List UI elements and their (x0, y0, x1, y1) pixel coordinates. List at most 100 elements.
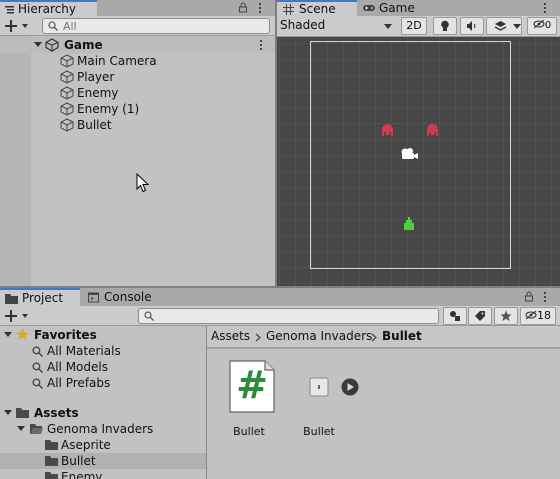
gameobject-icon (60, 118, 74, 132)
eye-slash-icon (525, 310, 537, 320)
favorites-label: Favorites (34, 328, 97, 342)
favorite-item[interactable]: All Prefabs (30, 375, 200, 391)
plus-icon (5, 20, 17, 32)
enemy-sprite[interactable] (381, 123, 394, 137)
scene-view[interactable] (277, 37, 560, 286)
search-icon (144, 311, 154, 321)
lock-icon[interactable] (524, 291, 534, 302)
search-input[interactable] (159, 309, 434, 323)
hierarchy-item[interactable]: Bullet (60, 117, 260, 133)
tab-hierarchy[interactable]: Hierarchy (0, 0, 97, 16)
console-icon (88, 292, 99, 303)
player-sprite[interactable] (403, 216, 415, 231)
folder-row-selected[interactable]: Bullet (0, 453, 206, 469)
scene-menu-icon[interactable] (259, 39, 263, 51)
favorites-filter-button[interactable] (494, 307, 518, 325)
foldout-icon[interactable] (17, 426, 25, 431)
grid-icon (283, 4, 294, 15)
tab-label: Game (379, 1, 415, 15)
folder-label: Aseprite (61, 438, 111, 452)
hierarchy-item[interactable]: Player (60, 69, 260, 85)
camera-gizmo[interactable] (400, 147, 420, 161)
folder-row[interactable]: Genoma Invaders (0, 421, 206, 437)
gameobject-icon (60, 54, 74, 68)
foldout-icon[interactable] (4, 410, 12, 415)
folder-row[interactable]: Aseprite (0, 437, 206, 453)
item-label: Bullet (77, 118, 112, 132)
star-icon (16, 328, 29, 340)
asset-label: Bullet (303, 425, 335, 438)
hierarchy-gutter (0, 36, 31, 286)
hidden-objects-toggle[interactable]: 0 (527, 17, 557, 35)
gameobject-icon (60, 70, 74, 84)
hierarchy-search[interactable] (42, 18, 270, 34)
assets-row[interactable]: Assets (0, 405, 206, 421)
breadcrumb-current: Bullet (382, 329, 422, 343)
hierarchy-item[interactable]: Enemy (60, 85, 260, 101)
item-label: Main Camera (77, 54, 157, 68)
folder-icon (16, 408, 29, 418)
hidden-count: 0 (544, 20, 552, 31)
effects-toggle[interactable] (486, 17, 522, 35)
tab-label: Hierarchy (18, 2, 77, 16)
tab-project[interactable]: Project (0, 288, 80, 306)
scene-tabbar: Scene Game (277, 0, 560, 16)
tag-icon (475, 311, 485, 321)
audio-toggle[interactable] (460, 17, 484, 35)
breadcrumb-item[interactable]: Genoma Invaders (266, 329, 372, 343)
item-label: Enemy (77, 86, 119, 100)
search-icon (32, 346, 43, 357)
search-icon (32, 362, 43, 373)
search-by-type-button[interactable] (443, 307, 467, 325)
shapes-icon (450, 311, 460, 321)
chevron-down-icon (384, 24, 392, 29)
search-by-label-button[interactable] (468, 307, 492, 325)
chevron-right-icon (255, 333, 261, 342)
panel-menu-icon[interactable] (258, 2, 262, 14)
asset-item-prefab[interactable]: Bullet (289, 357, 359, 438)
asset-item-script[interactable]: # Bullet (219, 357, 279, 438)
plus-icon (5, 310, 17, 322)
tab-console[interactable]: Console (82, 288, 162, 306)
chevron-right-icon (371, 333, 377, 342)
hierarchy-tabbar: Hierarchy (0, 0, 275, 16)
layers-icon (494, 21, 506, 31)
favorite-item[interactable]: All Materials (30, 343, 200, 359)
add-button[interactable] (3, 17, 33, 35)
enemy-sprite[interactable] (426, 123, 439, 137)
folder-row[interactable]: Enemy (0, 469, 206, 479)
favorite-item[interactable]: All Models (30, 359, 200, 375)
chevron-down-icon (22, 314, 28, 318)
tab-scene[interactable]: Scene (277, 0, 357, 16)
lighting-toggle[interactable] (433, 17, 457, 35)
tab-game[interactable]: Game (357, 0, 427, 16)
project-search[interactable] (138, 308, 439, 324)
folder-icon (45, 456, 58, 466)
panel-menu-icon[interactable] (543, 291, 547, 303)
lock-icon[interactable] (238, 2, 248, 13)
scene-row[interactable]: Game (0, 37, 275, 53)
shading-mode-dropdown[interactable]: Shaded (277, 16, 395, 36)
folder-icon (45, 472, 58, 479)
scene-toolbar: Shaded 2D 0 (277, 16, 560, 37)
foldout-icon[interactable] (34, 42, 42, 47)
chevron-down-icon (513, 24, 521, 29)
foldout-icon[interactable] (4, 332, 12, 337)
tab-label: Project (22, 291, 64, 305)
panel-menu-icon[interactable] (543, 2, 547, 14)
search-input[interactable] (63, 19, 265, 33)
shading-mode-label: Shaded (280, 18, 326, 32)
eye-slash-icon (533, 19, 545, 29)
create-asset-button[interactable] (3, 307, 33, 325)
project-tabbar: Project Console (0, 288, 560, 306)
mode-2d-toggle[interactable]: 2D (401, 17, 427, 35)
play-icon[interactable] (341, 378, 359, 396)
speaker-icon (467, 21, 476, 31)
hierarchy-item[interactable]: Main Camera (60, 53, 260, 69)
breadcrumb-item[interactable]: Assets (211, 329, 250, 343)
favorites-row[interactable]: Favorites (0, 327, 206, 343)
hierarchy-item[interactable]: Enemy (1) (60, 101, 260, 117)
item-label: Enemy (1) (77, 102, 140, 116)
hidden-packages-toggle[interactable]: 18 (520, 307, 556, 325)
list-icon (5, 6, 14, 14)
